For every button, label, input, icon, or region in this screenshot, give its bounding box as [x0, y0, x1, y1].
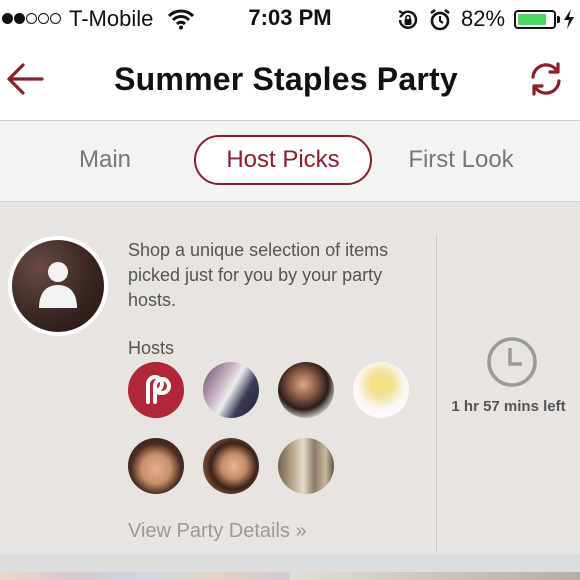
rotation-lock-icon [398, 10, 418, 29]
host-picks-description: Shop a unique selection of items picked … [128, 240, 389, 310]
party-avatar [8, 236, 108, 336]
battery-icon [514, 10, 560, 29]
charging-bolt-icon [564, 9, 574, 29]
host-avatar[interactable] [353, 362, 409, 418]
listing-thumbnail[interactable] [0, 572, 290, 580]
poshmark-logo-icon [128, 362, 184, 418]
listing-preview-strip [0, 554, 580, 580]
listing-thumbnail[interactable] [296, 572, 580, 580]
host-avatar[interactable] [203, 438, 259, 494]
host-avatar[interactable] [128, 362, 184, 418]
tab-host-picks[interactable]: Host Picks [194, 135, 372, 185]
host-avatar[interactable] [278, 438, 334, 494]
navigation-bar: Summer Staples Party [0, 40, 580, 121]
host-picks-panel: Shop a unique selection of items picked … [0, 202, 580, 554]
tab-first-look[interactable]: First Look [396, 135, 526, 185]
clock-icon [487, 337, 537, 387]
host-avatar[interactable] [278, 362, 334, 418]
alarm-icon [430, 8, 450, 31]
party-tabs: Main Host Picks First Look [0, 121, 580, 202]
user-silhouette-icon [39, 262, 77, 308]
view-party-details-link[interactable]: View Party Details » [128, 520, 307, 543]
host-avatar[interactable] [128, 438, 184, 494]
vertical-divider [436, 234, 437, 552]
battery-percent: 82% [461, 6, 506, 31]
status-bar: T-Mobile 7:03 PM 82% [0, 0, 580, 40]
time-left: 1 hr 57 mins left [451, 398, 566, 415]
refresh-icon[interactable] [527, 60, 565, 98]
hosts-label: Hosts [128, 338, 175, 358]
host-avatar[interactable] [203, 362, 259, 418]
tab-main[interactable]: Main [62, 135, 148, 185]
page-title: Summer Staples Party [114, 61, 458, 97]
